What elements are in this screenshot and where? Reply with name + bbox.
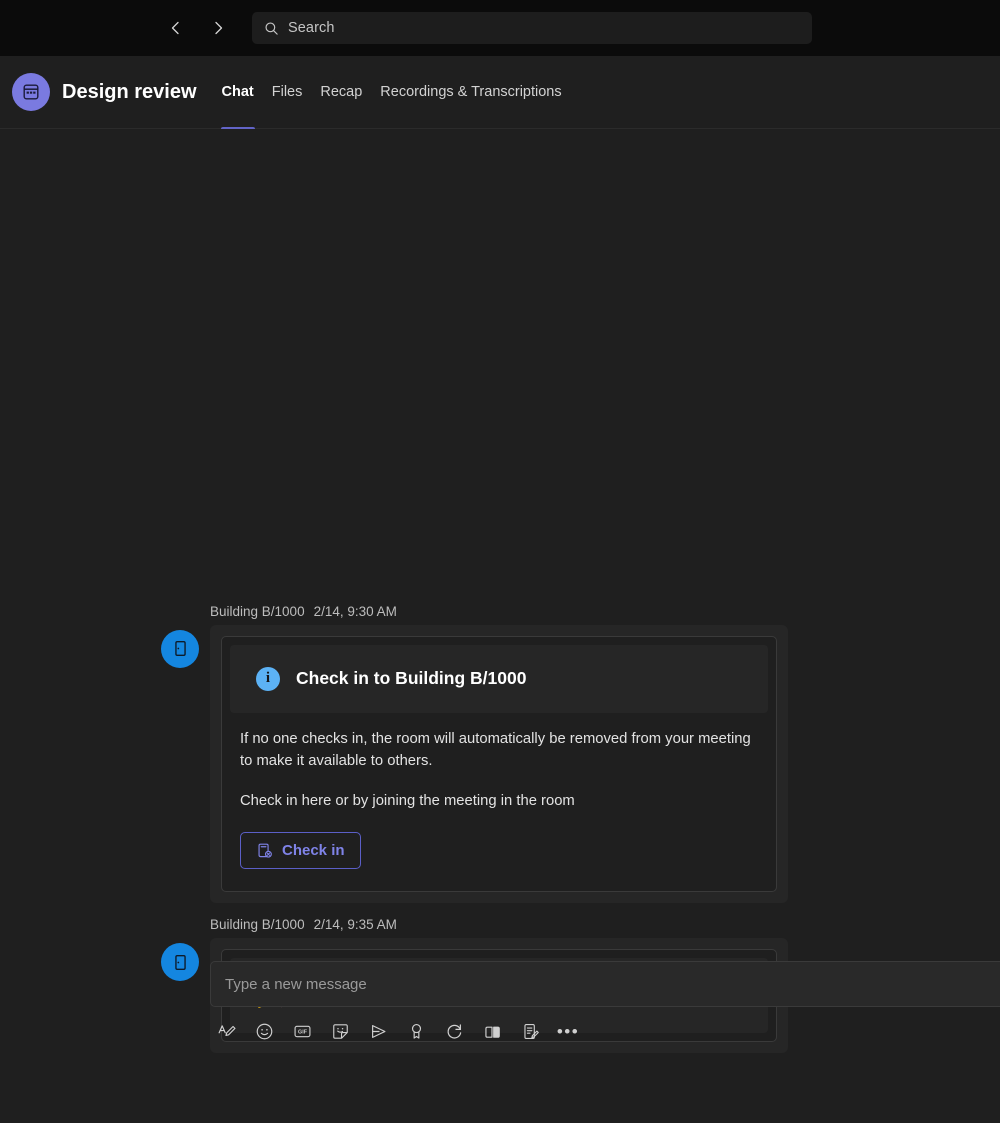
message-meta: Building B/1000 2/14, 9:35 AM [210, 917, 1000, 938]
device-checkin-icon [258, 843, 272, 858]
award-ribbon-icon [411, 1023, 421, 1039]
check-in-button[interactable]: Check in [240, 832, 361, 869]
message-sender: Building B/1000 [210, 917, 305, 932]
back-button[interactable] [160, 12, 192, 44]
sticker-button[interactable] [326, 1017, 354, 1045]
chat-area: Building B/1000 2/14, 9:30 AM i Check in … [0, 129, 1000, 1061]
tab-recap-label: Recap [320, 84, 363, 100]
sticker-icon [332, 1023, 348, 1039]
gif-icon: GIF [294, 1025, 310, 1037]
checkin-paragraph-2: Check in here or by joining the meeting … [240, 793, 575, 810]
tab-files-label: Files [271, 84, 303, 100]
info-icon: i [256, 666, 280, 691]
chevron-left-icon [171, 21, 179, 35]
compose-area: Type a new message GIF ••• [210, 961, 1000, 1061]
forward-button[interactable] [202, 12, 234, 44]
svg-text:GIF: GIF [298, 1029, 308, 1035]
check-in-button-label: Check in [282, 842, 345, 859]
message-item-checkin-prompt: Building B/1000 2/14, 9:30 AM i Check in … [0, 604, 1000, 903]
message-meta: Building B/1000 2/14, 9:30 AM [210, 604, 1000, 625]
forms-icon [523, 1023, 539, 1039]
award-button[interactable] [402, 1017, 430, 1045]
checkin-card-title: Check in to Building B/1000 [296, 668, 527, 689]
message-timestamp: 2/14, 9:30 AM [313, 603, 397, 619]
chevron-right-icon [215, 21, 223, 35]
checkin-card: i Check in to Building B/1000 If no one … [221, 635, 777, 892]
loop-icon [447, 1023, 461, 1039]
praise-send-icon [371, 1024, 385, 1038]
message-input-placeholder: Type a new message [225, 975, 367, 993]
gif-button[interactable]: GIF [288, 1017, 316, 1045]
forms-button[interactable] [516, 1017, 544, 1045]
message-input[interactable]: Type a new message [210, 961, 1000, 1007]
compose-toolbar: GIF ••• [210, 1007, 1000, 1045]
checkin-card-body: If no one checks in, the room will autom… [222, 721, 776, 891]
message-sender: Building B/1000 [210, 603, 305, 619]
avatar [161, 629, 199, 668]
search-input[interactable]: Search [252, 12, 812, 44]
meeting-avatar [12, 73, 50, 111]
info-glyph: i [265, 670, 271, 687]
emoji-icon [256, 1023, 272, 1039]
more-options-icon: ••• [556, 1021, 580, 1041]
tab-chat-label: Chat [221, 84, 254, 100]
approvals-icon [484, 1026, 500, 1038]
tab-chat[interactable]: Chat [213, 56, 263, 128]
search-placeholder: Search [288, 20, 335, 36]
calendar-icon [23, 84, 39, 100]
praise-send-button[interactable] [364, 1017, 392, 1045]
checkin-card-header: i Check in to Building B/1000 [230, 644, 768, 713]
checkin-paragraph-1: If no one checks in, the room will autom… [240, 730, 751, 769]
format-text-button[interactable] [212, 1017, 240, 1045]
tab-recap[interactable]: Recap [311, 56, 371, 128]
page-title: Design review [62, 80, 197, 103]
emoji-button[interactable] [250, 1017, 278, 1045]
avatar [161, 943, 199, 981]
meeting-header: Design review Chat Files Recap Recording… [0, 56, 1000, 129]
tab-recordings-label: Recordings & Transcriptions [380, 84, 562, 100]
tab-recordings-transcriptions[interactable]: Recordings & Transcriptions [371, 56, 570, 128]
message-bubble: i Check in to Building B/1000 If no one … [210, 624, 788, 903]
tab-bar: Chat Files Recap Recordings & Transcript… [213, 56, 571, 128]
room-door-icon [174, 954, 186, 970]
title-bar: Search [0, 0, 1000, 56]
search-icon [265, 21, 278, 35]
room-door-icon [174, 641, 186, 657]
format-text-icon [218, 1024, 236, 1036]
approvals-button[interactable] [478, 1017, 506, 1045]
tab-files[interactable]: Files [263, 56, 312, 128]
loop-button[interactable] [440, 1017, 468, 1045]
more-options-button[interactable]: ••• [554, 1017, 582, 1045]
message-timestamp: 2/14, 9:35 AM [313, 917, 397, 932]
